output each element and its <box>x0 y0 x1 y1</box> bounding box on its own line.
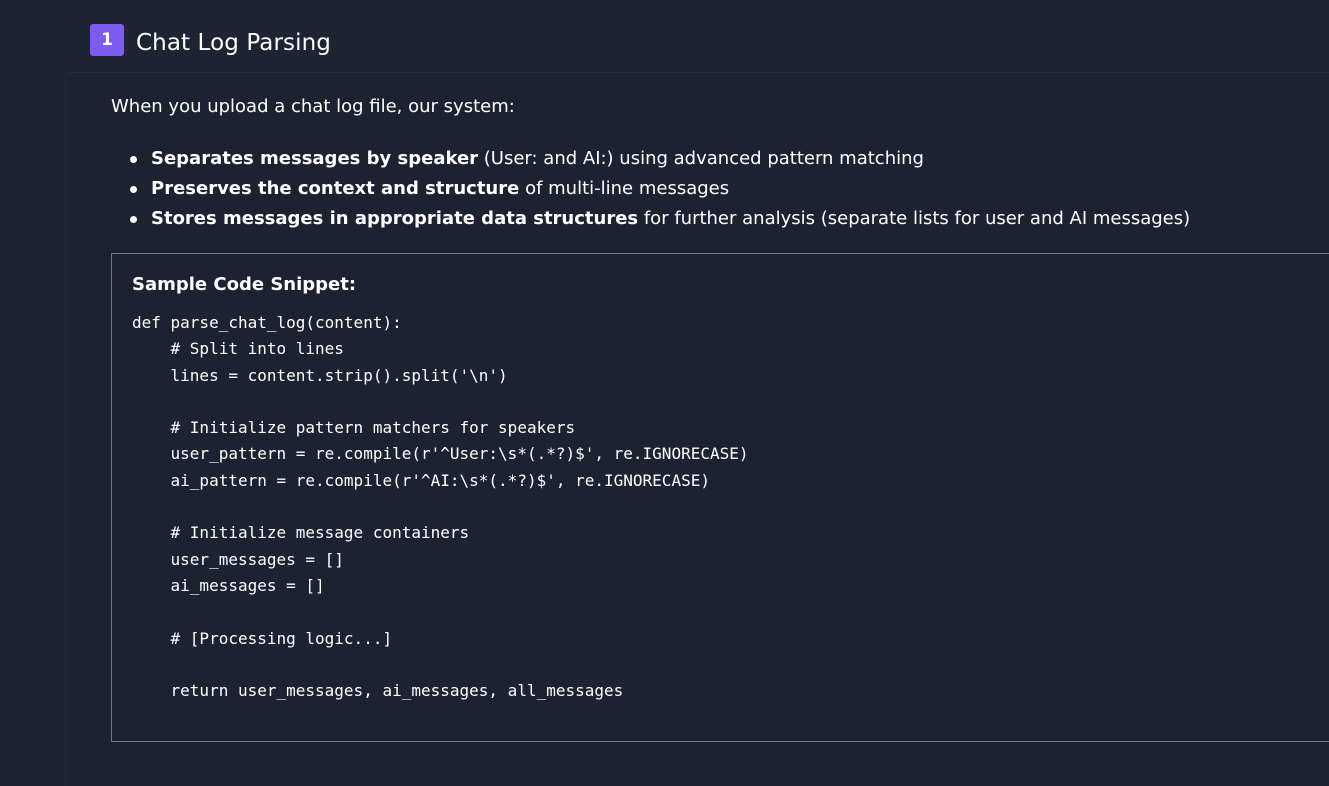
feature-bold: Separates messages by speaker <box>151 148 479 169</box>
section-header: 1 Chat Log Parsing <box>90 23 331 63</box>
feature-bold: Stores messages in appropriate data stru… <box>151 208 639 229</box>
feature-item-preserves: Preserves the context and structure of m… <box>128 176 1190 206</box>
code-snippet-title: Sample Code Snippet: <box>132 274 357 295</box>
page: 1 Chat Log Parsing When you upload a cha… <box>0 0 1329 786</box>
feature-text: (User: and AI:) using advanced pattern m… <box>478 148 924 169</box>
step-number-badge: 1 <box>90 24 124 56</box>
feature-bold: Preserves the context and structure <box>151 178 520 199</box>
intro-text: When you upload a chat log file, our sys… <box>111 96 515 117</box>
feature-text: of multi-line messages <box>519 178 730 199</box>
feature-list: Separates messages by speaker (User: and… <box>128 146 1190 236</box>
feature-item-stores: Stores messages in appropriate data stru… <box>128 206 1190 236</box>
code-block[interactable]: def parse_chat_log(content): # Split int… <box>132 310 749 704</box>
section-title: Chat Log Parsing <box>136 30 331 56</box>
feature-item-separates: Separates messages by speaker (User: and… <box>128 146 1190 176</box>
feature-text: for further analysis (separate lists for… <box>638 208 1191 229</box>
code-snippet-box: Sample Code Snippet: def parse_chat_log(… <box>111 253 1329 742</box>
